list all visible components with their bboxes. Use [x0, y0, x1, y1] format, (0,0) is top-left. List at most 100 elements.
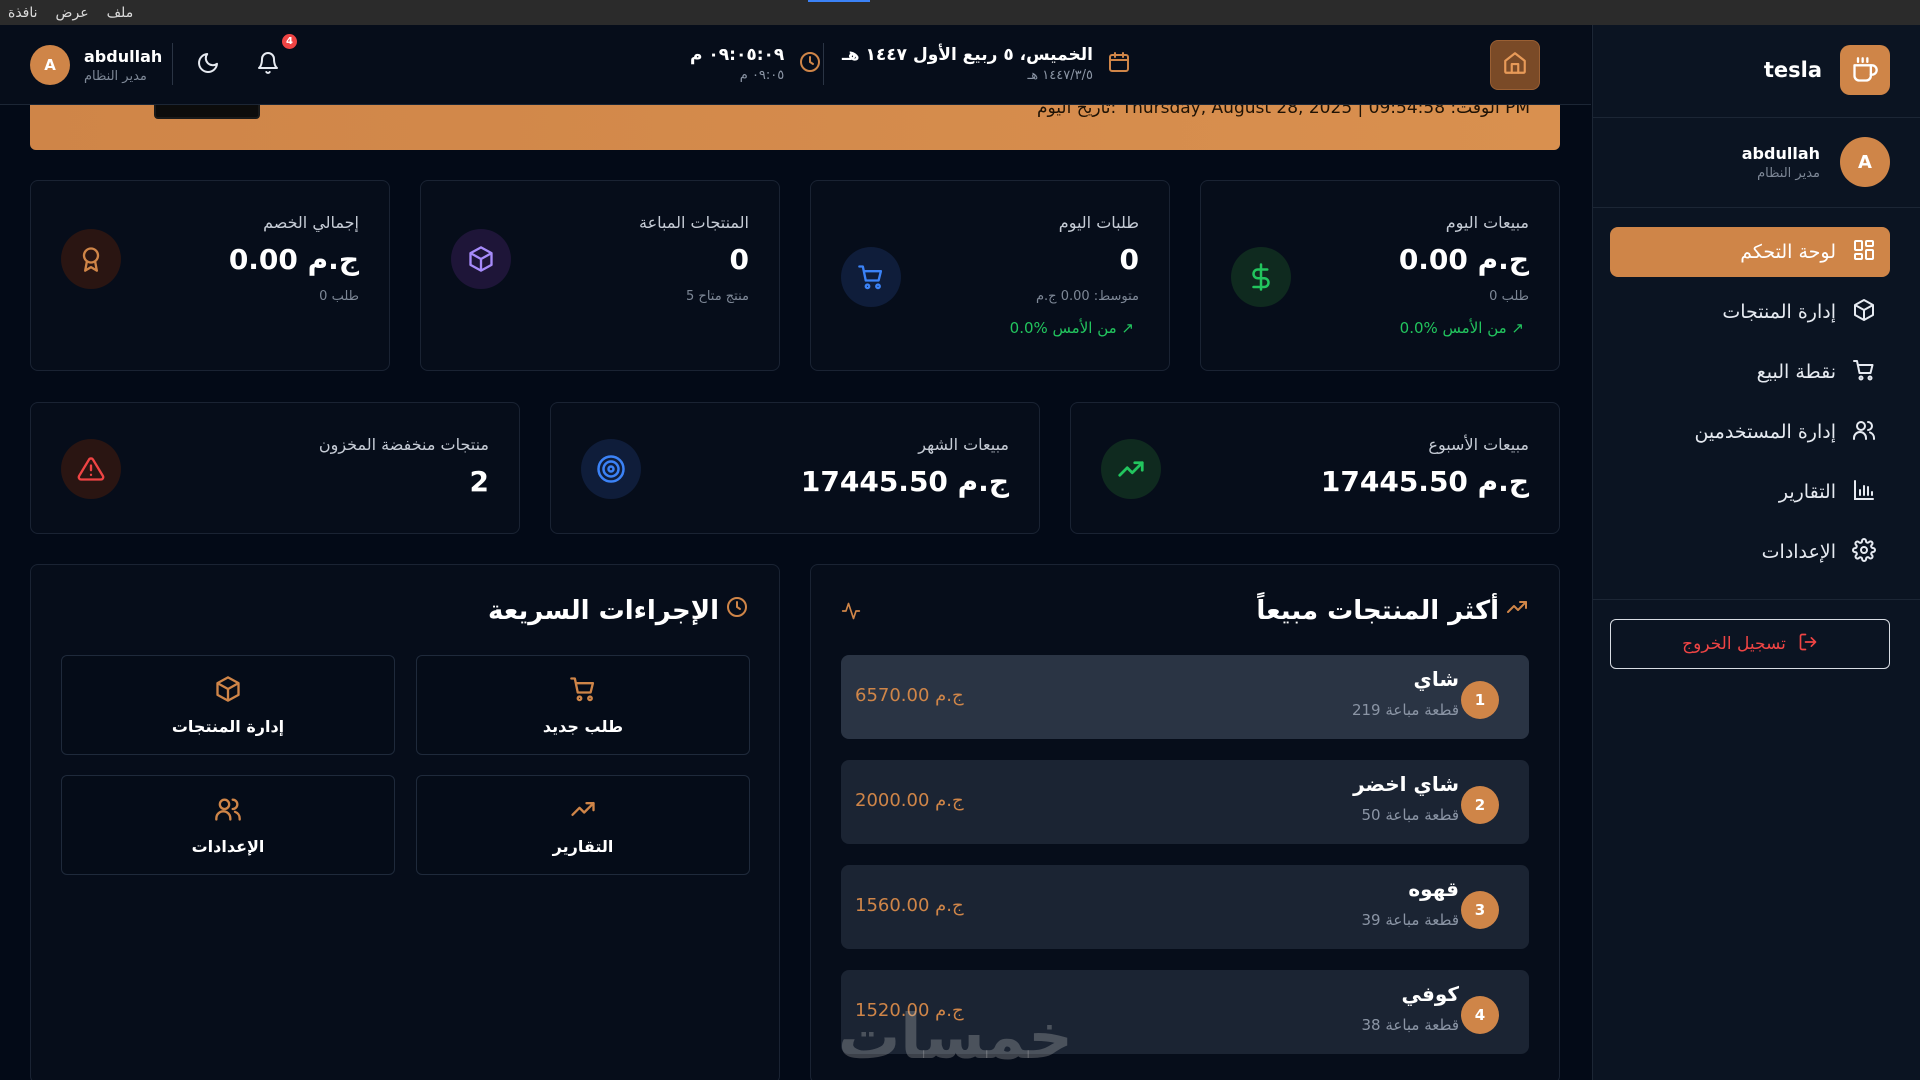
product-row[interactable]: 2 شاي اخضر 50 قطعة مباعة 2000.00 ج.م	[841, 760, 1529, 844]
product-row[interactable]: 3 قهوه 39 قطعة مباعة 1560.00 ج.م	[841, 865, 1529, 949]
brand-name: tesla	[1763, 58, 1822, 82]
stat-trend: 0.0% من الأمس ↗	[1399, 319, 1524, 337]
stat-label: منتجات منخفضة المخزون	[318, 435, 489, 454]
stat-value: 0.00 ج.م	[228, 243, 359, 276]
sidebar-user: abdullah مدير النظام A	[1742, 137, 1890, 187]
stat-sub: 0 طلب	[319, 289, 359, 304]
sidebar: tesla abdullah مدير النظام A لوحة التحكم…	[1592, 25, 1920, 1080]
top-products-title: أكثر المنتجات مبيعاً	[1256, 595, 1529, 626]
product-row[interactable]: 1 شاي 219 قطعة مباعة 6570.00 ج.م	[841, 655, 1529, 739]
header-user-name: abdullah	[84, 46, 163, 66]
trending-up-icon	[569, 795, 597, 827]
sidebar-divider	[1592, 117, 1920, 118]
product-rank: 3	[1461, 891, 1499, 929]
dashboard-icon	[1852, 238, 1876, 267]
stat-sub: 0 طلب	[1489, 289, 1529, 304]
menu-view[interactable]: عرض	[56, 5, 89, 21]
date-main: الخميس، ٥ ربيع الأول ١٤٤٧ هـ	[842, 45, 1093, 65]
stat-card-products-sold: المنتجات المباعة 0 5 منتج متاح	[420, 180, 780, 371]
calendar-icon	[1107, 50, 1131, 78]
header-date: الخميس، ٥ ربيع الأول ١٤٤٧ هـ ١٤٤٧/٣/٥ هـ	[842, 45, 1131, 83]
gear-icon	[1852, 537, 1876, 567]
sidebar-item-dashboard[interactable]: لوحة التحكم	[1610, 227, 1890, 277]
header-divider	[172, 43, 173, 85]
clock-icon	[798, 50, 822, 78]
stat-value: 17445.50 ج.م	[1320, 465, 1529, 498]
sidebar-item-users[interactable]: إدارة المستخدمين	[1610, 407, 1890, 457]
top-header: A abdullah مدير النظام 4 ٠٩:٠٥:٠٩ م ٠٩:٠…	[0, 25, 1591, 105]
quick-action-label: إدارة المنتجات	[171, 716, 285, 736]
coffee-cup-icon	[1840, 45, 1890, 95]
menu-window[interactable]: نافذة	[8, 5, 38, 21]
sidebar-item-label: الإعدادات	[1761, 541, 1836, 563]
stat-sub: متوسط: 0.00 ج.م	[1035, 289, 1139, 304]
quick-actions-title: الإجراءات السريعة	[488, 595, 749, 626]
quick-action-label: التقارير	[552, 836, 614, 856]
sidebar-user-name: abdullah	[1741, 143, 1820, 163]
stat-card-month-sales: مبيعات الشهر 17445.50 ج.م	[550, 402, 1040, 534]
stat-card-today-sales: مبيعات اليوم 0.00 ج.م 0 طلب 0.0% من الأم…	[1200, 180, 1560, 371]
stat-card-week-sales: مبيعات الأسبوع 17445.50 ج.م	[1070, 402, 1560, 534]
avatar: A	[30, 45, 70, 85]
logout-icon	[1798, 632, 1818, 657]
sidebar-item-products[interactable]: إدارة المنتجات	[1610, 287, 1890, 337]
box-icon	[214, 675, 242, 707]
quick-actions-panel: الإجراءات السريعة طلب جديد إدارة المنتجا…	[30, 564, 780, 1080]
sidebar-item-settings[interactable]: الإعدادات	[1610, 527, 1890, 577]
product-qty: 39 قطعة مباعة	[1361, 911, 1459, 929]
product-price: 6570.00 ج.م	[855, 685, 964, 706]
stat-label: طلبات اليوم	[1058, 213, 1139, 232]
product-name: شاي	[1413, 667, 1459, 691]
time-sub: ٠٩:٠٥ م	[739, 68, 785, 83]
stat-trend: 0.0% من الأمس ↗	[1009, 319, 1134, 337]
window-accent-line	[808, 0, 870, 2]
logout-label: تسجيل الخروج	[1682, 634, 1786, 654]
quick-action-manage-products[interactable]: إدارة المنتجات	[61, 655, 395, 755]
watermark-logo: خمسات	[838, 1000, 1073, 1073]
warning-icon	[61, 439, 121, 499]
sidebar-divider	[1592, 207, 1920, 208]
clock-icon	[725, 595, 749, 626]
cart-icon	[841, 247, 901, 307]
stat-card-low-stock: منتجات منخفضة المخزون 2	[30, 402, 520, 534]
header-time: ٠٩:٠٥:٠٩ م ٠٩:٠٥ م	[690, 45, 822, 83]
welcome-banner: تاريخ اليوم: Thursday, August 28, 2025 |…	[30, 105, 1560, 150]
banner-button[interactable]	[154, 105, 260, 119]
time-main: ٠٩:٠٥:٠٩ م	[690, 45, 785, 65]
menu-file[interactable]: ملف	[107, 5, 134, 21]
product-price: 1560.00 ج.م	[855, 895, 964, 916]
product-rank: 4	[1461, 996, 1499, 1034]
product-name: قهوه	[1408, 877, 1459, 901]
logout-button[interactable]: تسجيل الخروج	[1610, 619, 1890, 669]
moon-icon[interactable]	[196, 51, 220, 79]
sidebar-item-label: التقارير	[1778, 481, 1836, 503]
product-name: شاي اخضر	[1353, 772, 1459, 796]
product-name: كوفي	[1401, 982, 1460, 1006]
sidebar-item-label: إدارة المستخدمين	[1694, 421, 1836, 443]
sidebar-divider	[1592, 599, 1920, 600]
users-icon	[214, 795, 242, 827]
header-user[interactable]: A abdullah مدير النظام	[30, 45, 162, 85]
home-button[interactable]	[1490, 40, 1540, 90]
quick-action-new-order[interactable]: طلب جديد	[416, 655, 750, 755]
product-price: 2000.00 ج.م	[855, 790, 964, 811]
quick-action-reports[interactable]: التقارير	[416, 775, 750, 875]
sidebar-item-label: إدارة المنتجات	[1722, 301, 1836, 323]
quick-action-settings[interactable]: الإعدادات	[61, 775, 395, 875]
trending-up-icon	[1505, 595, 1529, 626]
stat-sub: 5 منتج متاح	[686, 289, 749, 304]
target-icon	[581, 439, 641, 499]
box-icon	[1852, 298, 1876, 327]
bell-icon[interactable]	[256, 51, 280, 79]
menu-bar: ملف عرض نافذة	[0, 0, 1920, 25]
cart-icon	[569, 675, 597, 707]
sidebar-item-label: نقطة البيع	[1756, 361, 1836, 383]
sidebar-item-pos[interactable]: نقطة البيع	[1610, 347, 1890, 397]
sidebar-item-reports[interactable]: التقارير	[1610, 467, 1890, 517]
brand: tesla	[1764, 45, 1890, 95]
product-qty: 38 قطعة مباعة	[1361, 1016, 1459, 1034]
notification-badge: 4	[282, 34, 297, 49]
award-icon	[61, 229, 121, 289]
users-icon	[1852, 418, 1876, 447]
stat-value: 0.00 ج.م	[1398, 243, 1529, 276]
